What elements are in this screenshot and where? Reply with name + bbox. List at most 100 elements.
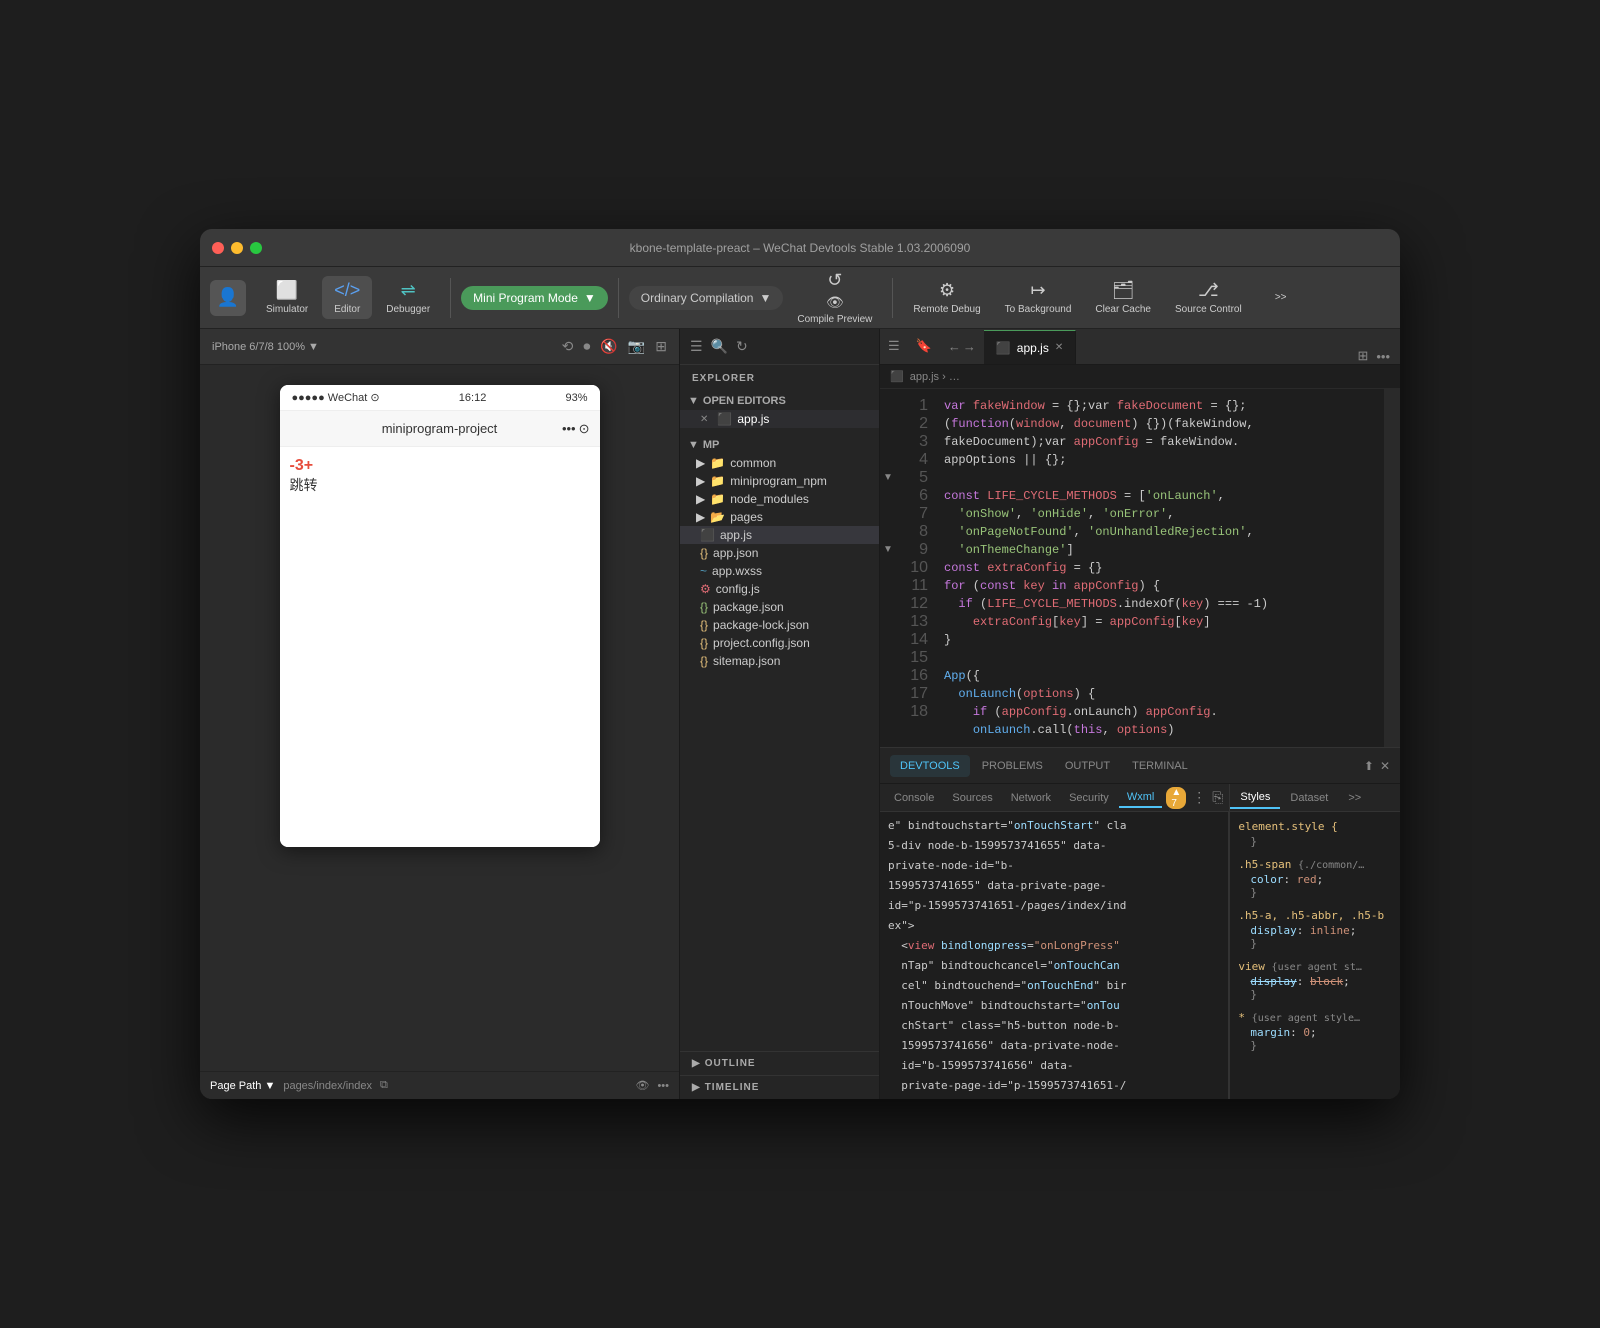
file-configjs[interactable]: ⚙ config.js — [680, 580, 879, 598]
fold-arrow-9[interactable]: ▼ — [880, 541, 896, 559]
page-path-label: Page Path ▼ — [210, 1080, 275, 1092]
open-editor-appjs[interactable]: ✕ ⬛ app.js — [680, 410, 879, 428]
appjs-icon: ⬛ — [717, 412, 732, 426]
styles-tab-more[interactable]: >> — [1338, 788, 1371, 808]
style-selector-4: view {user agent st… — [1238, 960, 1392, 973]
explorer-sync-icon[interactable]: ↻ — [736, 338, 748, 355]
breadcrumb-text: app.js › … — [910, 371, 960, 383]
open-editors-chevron: ▼ — [688, 395, 699, 407]
editor-tab-appjs[interactable]: ⬛ app.js ✕ — [984, 330, 1076, 364]
folder-pages-icon: 📂 — [710, 510, 725, 524]
subtabs-bar: Console Sources Network Security — [880, 784, 1229, 812]
subtab-wxml[interactable]: Wxml — [1119, 788, 1163, 808]
explorer-search-icon[interactable]: 🔍 — [711, 338, 728, 355]
record-icon[interactable]: ⏺ — [583, 338, 590, 355]
subtab-console[interactable]: Console — [886, 789, 942, 807]
wxml-row-6: ex"> — [880, 916, 1228, 936]
editor-sidebar-icon[interactable]: ☰ — [880, 329, 908, 364]
split-icon[interactable]: ⊞ — [655, 338, 667, 355]
rotate-icon[interactable]: ⟲ — [562, 338, 574, 355]
tab-close-btn[interactable]: ✕ — [1055, 342, 1063, 353]
subtab-security[interactable]: Security — [1061, 789, 1117, 807]
line-numbers: 1234 5678 9101112 13141516 1718 — [896, 389, 936, 747]
copy-icon[interactable]: ⧉ — [380, 1079, 388, 1092]
folder-pages[interactable]: ▶ 📂 pages — [680, 508, 879, 526]
styles-tab-styles[interactable]: Styles — [1230, 787, 1280, 809]
editor-button[interactable]: </> Editor — [322, 276, 372, 319]
devtools-tab-output[interactable]: OUTPUT — [1055, 755, 1120, 777]
toolbar: 👤 ⬜ Simulator </> Editor ⇌ Debugger Mini… — [200, 267, 1400, 329]
split-editor-icon[interactable]: ⊞ — [1357, 348, 1368, 364]
tab-appjs-icon: ⬛ — [996, 341, 1011, 355]
editor-nav-back[interactable]: ← → — [940, 329, 984, 364]
devtools-more-1[interactable]: ⋮ — [1192, 789, 1206, 806]
folder-miniprogram-npm[interactable]: ▶ 📁 miniprogram_npm — [680, 472, 879, 490]
window-title: kbone-template-preact – WeChat Devtools … — [630, 241, 971, 255]
debugger-button[interactable]: ⇌ Debugger — [376, 276, 440, 319]
compile-preview-button[interactable]: ↺ 👁 Compile Preview — [787, 266, 882, 329]
file-packagejson[interactable]: {} package.json — [680, 598, 879, 616]
styles-tab-dataset[interactable]: Dataset — [1280, 788, 1338, 808]
wxml-panel[interactable]: e" bindtouchstart="onTouchStart" cla 5-d… — [880, 812, 1229, 1099]
style-rule-h5span: .h5-span {./common/… color: red; } — [1238, 858, 1392, 899]
to-background-button[interactable]: ↦ To Background — [995, 276, 1082, 319]
more-button[interactable]: >> — [1256, 288, 1306, 307]
folder-node-modules[interactable]: ▶ 📁 node_modules — [680, 490, 879, 508]
mode-selector[interactable]: Mini Program Mode ▼ — [461, 286, 608, 310]
close-button[interactable] — [212, 242, 224, 254]
devtools-tab-terminal[interactable]: TERMINAL — [1122, 755, 1198, 777]
subtab-sources[interactable]: Sources — [944, 789, 1000, 807]
editor-bookmark-icon[interactable]: 🔖 — [908, 329, 940, 364]
devtools-tab-devtools[interactable]: DEVTOOLS — [890, 755, 970, 777]
file-appjs[interactable]: ⬛ app.js — [680, 526, 879, 544]
devtools-content: Console Sources Network Security — [880, 784, 1400, 1099]
devtools-expand-icon[interactable]: ⬆ — [1364, 759, 1374, 773]
code-content[interactable]: var fakeWindow = {};var fakeDocument = {… — [936, 389, 1384, 747]
mode-label: Mini Program Mode — [473, 291, 578, 305]
styles-content: element.style { } .h5-span {./common/… c… — [1230, 812, 1400, 1099]
close-appjs-btn[interactable]: ✕ — [700, 414, 708, 425]
mute-icon[interactable]: 🔇 — [600, 338, 617, 355]
file-appwxss[interactable]: ~ app.wxss — [680, 562, 879, 580]
source-control-button[interactable]: ⎇ Source Control — [1165, 276, 1252, 319]
file-appjson[interactable]: {} app.json — [680, 544, 879, 562]
fold-arrow-5[interactable]: ▼ — [880, 469, 896, 487]
devtools-more-2[interactable]: ⎘ — [1212, 789, 1223, 806]
style-prop-color: color: red; — [1238, 873, 1392, 886]
simulator-button[interactable]: ⬜ Simulator — [256, 276, 318, 319]
explorer-list-icon[interactable]: ☰ — [690, 338, 703, 355]
dots-icon[interactable]: ••• — [657, 1080, 669, 1092]
subtab-network[interactable]: Network — [1003, 789, 1059, 807]
nav-record: ⊙ — [579, 421, 590, 437]
compile-selector[interactable]: Ordinary Compilation ▼ — [629, 286, 784, 310]
timeline-section[interactable]: ▶ TIMELINE — [680, 1075, 879, 1099]
maximize-button[interactable] — [250, 242, 262, 254]
outline-section[interactable]: ▶ OUTLINE — [680, 1051, 879, 1075]
app-window: kbone-template-preact – WeChat Devtools … — [200, 229, 1400, 1099]
file-sitemap[interactable]: {} sitemap.json — [680, 652, 879, 670]
file-package-lock[interactable]: {} package-lock.json — [680, 616, 879, 634]
style-selector-3: .h5-a, .h5-abbr, .h5-b — [1238, 909, 1392, 922]
avatar-icon: 👤 — [217, 287, 239, 308]
remote-debug-button[interactable]: ⚙ Remote Debug — [903, 276, 990, 319]
style-selector-1: element.style { — [1238, 820, 1392, 833]
open-editors-header[interactable]: ▼ OPEN EDITORS — [680, 392, 879, 410]
phone-nav-title: miniprogram-project — [382, 421, 498, 436]
mp-header[interactable]: ▼ MP — [680, 436, 879, 454]
editor-more-icon[interactable]: ••• — [1376, 349, 1390, 364]
style-rule-star: * {user agent style… margin: 0; } — [1238, 1011, 1392, 1052]
file-project-config[interactable]: {} project.config.json — [680, 634, 879, 652]
screenshot-icon[interactable]: 📷 — [628, 338, 645, 355]
wxml-row-12: 1599573741656" data-private-node- — [880, 1036, 1228, 1056]
devtools-tab-problems[interactable]: PROBLEMS — [972, 755, 1053, 777]
page-path-btn[interactable]: Page Path ▼ — [210, 1080, 275, 1092]
folder-common[interactable]: ▶ 📁 common — [680, 454, 879, 472]
wxml-row-5: id="p-1599573741651-/pages/index/ind — [880, 896, 1228, 916]
clear-cache-button[interactable]: 🗂 Clear Cache — [1085, 276, 1161, 319]
wxml-row-1: e" bindtouchstart="onTouchStart" cla — [880, 816, 1228, 836]
simulator-toolbar: iPhone 6/7/8 100% ▼ ⟲ ⏺ 🔇 📷 ⊞ — [200, 329, 679, 365]
devtools-close-icon[interactable]: ✕ — [1380, 759, 1390, 773]
minimize-button[interactable] — [231, 242, 243, 254]
badge: ▲ 7 — [1166, 787, 1186, 809]
eye-icon[interactable]: 👁 — [635, 1079, 649, 1092]
